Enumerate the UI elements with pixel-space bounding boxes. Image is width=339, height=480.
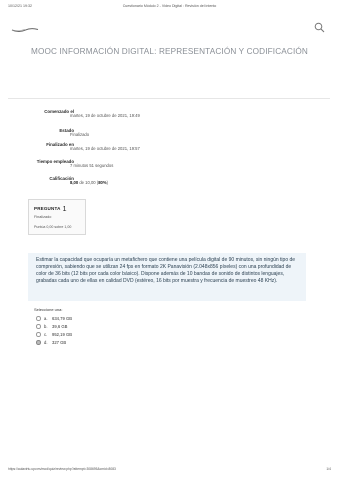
question-number-value: 1	[62, 204, 67, 213]
option-letter: c.	[44, 332, 48, 337]
option-text: 39,6 GB	[52, 324, 68, 329]
answer-option-d[interactable]: d. 327 GB	[36, 339, 96, 346]
question-text-box: Estimar la capacidad que ocuparía un met…	[28, 253, 306, 301]
top-navbar	[0, 18, 339, 40]
attempt-summary: Comenzado el martes, 19 de octubre de 20…	[8, 98, 330, 193]
print-url: https://aulavirtu.upv.es/mod/quiz/review…	[8, 467, 116, 471]
time-value: 7 minutos 51 segundos	[70, 163, 114, 168]
print-header: 10/12/21 19:32 Cuestionario Módulo 2 - V…	[8, 4, 331, 12]
course-title: MOOC INFORMACIÓN DIGITAL: REPRESENTACIÓN…	[31, 47, 308, 56]
radio-button-selected[interactable]	[36, 340, 41, 345]
option-text: 952,19 GB	[52, 332, 73, 337]
option-letter: b.	[44, 324, 48, 329]
time-label: Tiempo empleado	[36, 159, 74, 164]
option-text: 634,79 GB	[52, 316, 73, 321]
grade-percent: 80%	[98, 180, 107, 185]
started-value: martes, 19 de octubre de 2021, 19:49	[70, 113, 140, 118]
question-info-box: PREGUNTA 1 Finalizado Puntúa 0,00 sobre 1…	[28, 199, 86, 235]
question-label: PREGUNTA	[34, 206, 61, 211]
finished-value: martes, 19 de octubre de 2021, 19:57	[70, 146, 140, 151]
grade-value: 8,00 de 10,00 (80%)	[70, 180, 108, 185]
answer-option-a[interactable]: a. 634,79 GB	[36, 315, 96, 322]
print-footer: https://aulavirtu.upv.es/mod/quiz/review…	[8, 467, 331, 473]
answer-option-b[interactable]: b. 39,6 GB	[36, 323, 96, 330]
question-number: PREGUNTA 1	[34, 204, 67, 213]
question-status: Finalizado	[34, 215, 52, 219]
radio-button[interactable]	[36, 324, 41, 329]
grade-close: )	[106, 180, 108, 185]
print-page-title: Cuestionario Módulo 2 - Video Digital : …	[122, 4, 217, 8]
radio-button[interactable]	[36, 332, 41, 337]
radio-button[interactable]	[36, 316, 41, 321]
grade-score: 8,00	[70, 180, 79, 185]
question-points: Puntúa 0,00 sobre 1,00	[34, 225, 72, 229]
print-page-number: 1/4	[326, 467, 331, 471]
answer-option-c[interactable]: c. 952,19 GB	[36, 331, 96, 338]
grade-rest: de 10,00 (	[78, 180, 99, 185]
option-letter: d.	[44, 340, 48, 345]
question-text: Estimar la capacidad que ocuparía un met…	[36, 257, 296, 285]
option-letter: a.	[44, 316, 48, 321]
option-text: 327 GB	[52, 340, 67, 345]
search-icon[interactable]	[314, 22, 325, 33]
state-value: Finalizado	[70, 132, 90, 137]
summary-row-started: Comenzado el martes, 19 de octubre de 20…	[8, 107, 330, 127]
choose-one-label: Seleccione una:	[34, 307, 63, 312]
logo[interactable]	[11, 27, 39, 33]
summary-row-grade: Calificación 8,00 de 10,00 (80%)	[8, 174, 330, 194]
